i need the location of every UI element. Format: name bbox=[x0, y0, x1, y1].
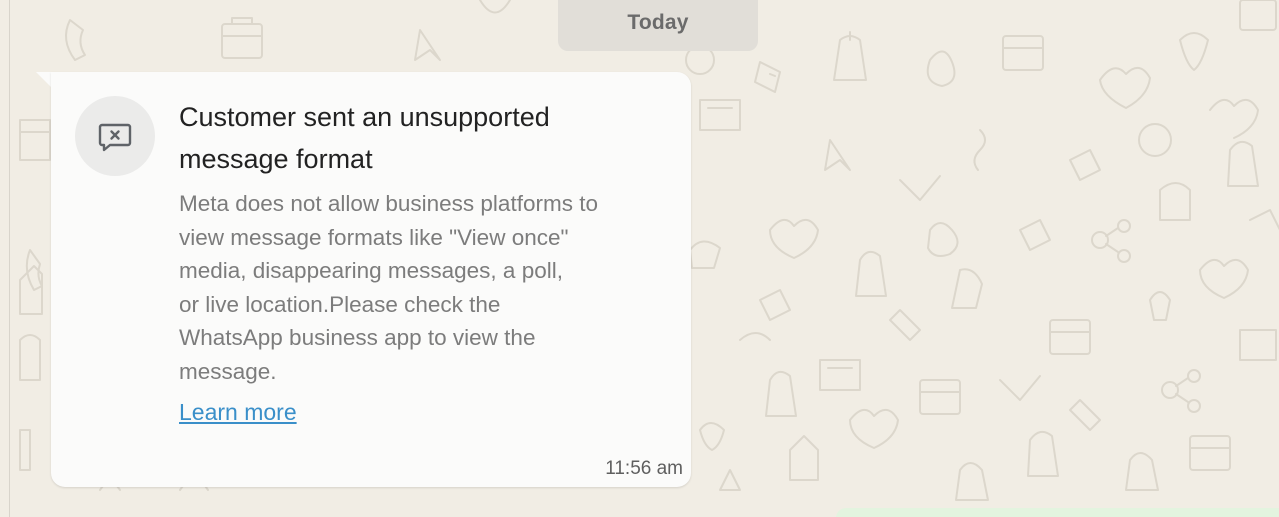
message-x-icon bbox=[98, 123, 132, 152]
message-bubble-tail bbox=[36, 72, 52, 88]
incoming-message-bubble: Customer sent an unsupported message for… bbox=[51, 72, 691, 487]
chat-area: Today Customer sent an unsupported messa… bbox=[0, 0, 1279, 517]
message-timestamp: 11:56 am bbox=[605, 458, 683, 479]
panel-divider bbox=[9, 0, 10, 517]
unsupported-message-icon-container bbox=[75, 96, 155, 176]
message-title: Customer sent an unsupported message for… bbox=[179, 102, 550, 174]
date-separator-label: Today bbox=[627, 11, 689, 34]
outgoing-message-bubble bbox=[836, 508, 1279, 517]
learn-more-link[interactable]: Learn more bbox=[179, 396, 297, 428]
date-separator: Today bbox=[558, 0, 758, 51]
message-body: Meta does not allow business platforms t… bbox=[179, 191, 598, 384]
